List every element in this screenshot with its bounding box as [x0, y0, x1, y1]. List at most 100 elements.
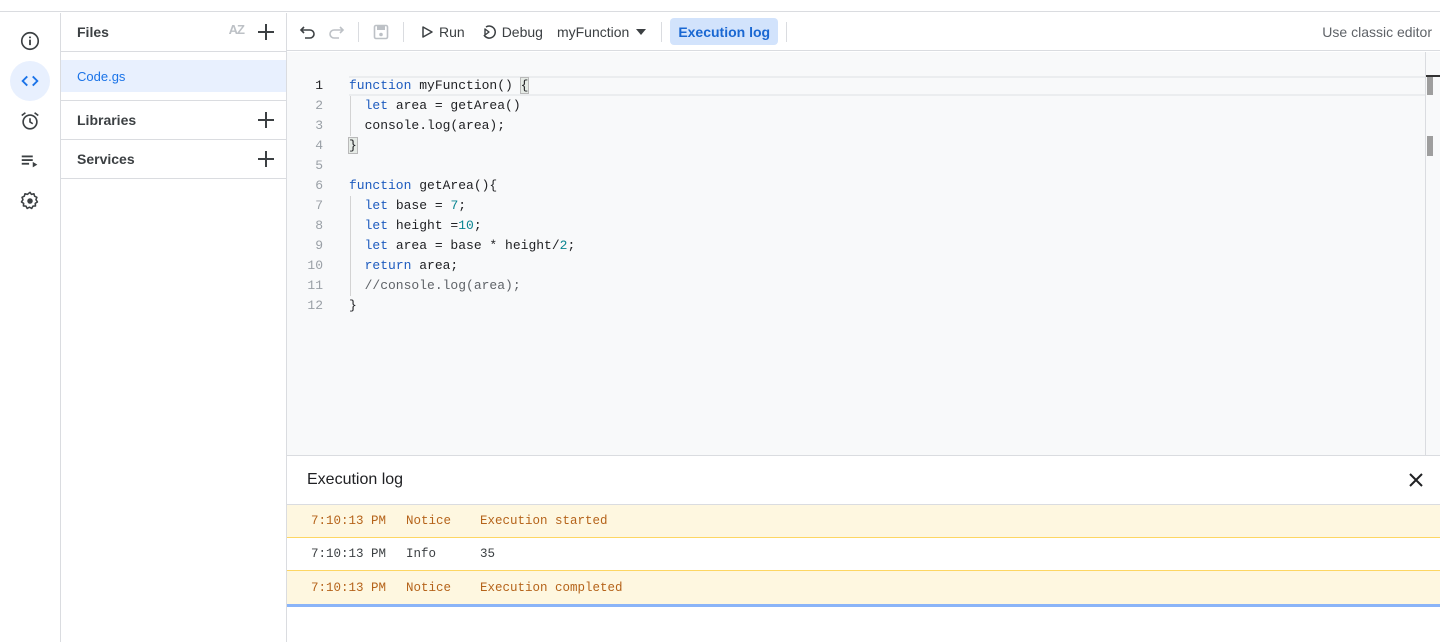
- rail-editor-button[interactable]: [10, 61, 50, 101]
- code-icon: [21, 75, 39, 87]
- code-line[interactable]: 4}: [287, 136, 1425, 156]
- line-number: 8: [315, 218, 323, 233]
- log-level: Info: [406, 547, 437, 561]
- cursor-marker: [1427, 77, 1433, 95]
- code-text: let area = base * height/2;: [364, 238, 576, 253]
- log-message: Execution completed: [480, 580, 623, 595]
- code-line[interactable]: 1 function myFunction() {: [287, 76, 1425, 96]
- log-time: 7:10:13 PM: [311, 580, 387, 595]
- code-line[interactable]: 8 let height =10;: [287, 216, 1425, 236]
- execution-log-panel: Execution log 7:10:13 PM Notice Executio…: [287, 455, 1440, 642]
- nav-rail: [0, 13, 61, 642]
- services-section-header: Services: [61, 140, 286, 178]
- log-time: 7:10:13 PM: [311, 547, 387, 561]
- alarm-icon: [21, 112, 39, 130]
- info-icon: [20, 31, 40, 51]
- executions-icon: [21, 155, 38, 168]
- debug-button[interactable]: Debug: [473, 18, 551, 46]
- files-heading: Files: [77, 24, 109, 40]
- code-line[interactable]: 7 let base = 7;: [287, 196, 1425, 216]
- rail-executions-button[interactable]: [10, 141, 50, 181]
- services-heading: Services: [77, 151, 135, 167]
- line-number: 11: [307, 278, 323, 293]
- save-button[interactable]: [367, 18, 395, 46]
- save-icon: [373, 24, 389, 39]
- rail-overview-button[interactable]: [10, 21, 50, 61]
- libraries-heading: Libraries: [77, 112, 137, 128]
- code-text: function myFunction() {: [349, 77, 530, 94]
- rail-settings-button[interactable]: [10, 181, 50, 221]
- code-text: return area;: [364, 258, 459, 273]
- debug-icon: [483, 24, 496, 39]
- log-level: Notice: [406, 514, 452, 528]
- add-file-icon[interactable]: [256, 22, 276, 42]
- log-message: Execution started: [480, 514, 608, 528]
- line-number: 1: [315, 78, 323, 93]
- code-text: function getArea(){: [349, 178, 498, 193]
- files-panel: Files AZ Code.gs Libraries Services: [61, 13, 287, 642]
- libraries-section-header: Libraries: [61, 101, 286, 139]
- log-level: Notice: [406, 580, 452, 595]
- rail-triggers-button[interactable]: [10, 101, 50, 141]
- file-item-code-gs[interactable]: Code.gs: [61, 60, 286, 92]
- divider: [403, 21, 404, 42]
- top-bar: [0, 0, 1440, 12]
- code-text: let height =10;: [364, 218, 482, 233]
- code-line[interactable]: 5: [287, 156, 1425, 176]
- code-line[interactable]: 11 //console.log(area);: [287, 276, 1425, 296]
- function-select-value: myFunction: [556, 23, 630, 40]
- scrollbar-thumb[interactable]: [1427, 136, 1433, 156]
- code-text: }: [349, 298, 357, 313]
- log-row: 7:10:13 PM Notice Execution started: [287, 505, 1440, 538]
- code-line[interactable]: 10 return area;: [287, 256, 1425, 276]
- divider: [61, 178, 286, 179]
- vertical-scrollbar[interactable]: [1425, 52, 1440, 455]
- code-text: let base = 7;: [364, 198, 467, 213]
- divider: [786, 21, 788, 42]
- code-text: console.log(area);: [349, 118, 506, 133]
- code-text: //console.log(area);: [349, 278, 521, 293]
- execution-log-title: Execution log: [307, 471, 404, 488]
- code-line[interactable]: 9 let area = base * height/2;: [287, 236, 1425, 256]
- divider: [358, 21, 359, 42]
- line-number: 2: [315, 98, 323, 113]
- run-label: Run: [439, 23, 465, 40]
- line-number: 9: [315, 238, 323, 253]
- code-text: let area = getArea(): [364, 98, 521, 113]
- code-text: }: [348, 137, 358, 154]
- use-classic-editor-link[interactable]: Use classic editor: [1322, 24, 1432, 40]
- function-select[interactable]: myFunction: [551, 24, 653, 40]
- divider: [61, 51, 286, 52]
- log-row: 7:10:13 PM Info 35: [287, 538, 1440, 571]
- dropdown-arrow-icon: [636, 28, 647, 35]
- execution-log-button[interactable]: Execution log: [670, 18, 779, 45]
- gear-icon: [20, 191, 39, 210]
- code-editor[interactable]: 1 function myFunction() { 2 let area = get…: [287, 52, 1440, 455]
- log-time: 7:10:13 PM: [311, 514, 387, 528]
- line-number: 7: [315, 198, 323, 213]
- sort-az-button[interactable]: AZ: [229, 22, 245, 37]
- close-icon[interactable]: [1406, 470, 1426, 490]
- log-row: 7:10:13 PM Notice Execution completed: [287, 571, 1440, 604]
- editor-toolbar: Run Debug myFunction Execution log Use c…: [287, 13, 1440, 51]
- add-service-icon[interactable]: [256, 149, 276, 169]
- code-line[interactable]: 2 let area = getArea(): [287, 96, 1425, 116]
- run-button[interactable]: Run: [412, 18, 473, 46]
- code-line[interactable]: 12}: [287, 296, 1425, 316]
- line-number: 3: [315, 118, 323, 133]
- divider: [661, 21, 663, 42]
- log-message: 35: [480, 547, 496, 561]
- redo-button[interactable]: [322, 18, 350, 46]
- undo-button[interactable]: [294, 18, 322, 46]
- line-number: 6: [315, 178, 323, 193]
- add-library-icon[interactable]: [256, 110, 276, 130]
- line-number: 4: [315, 138, 323, 153]
- undo-icon: [299, 25, 315, 39]
- line-number: 12: [307, 298, 323, 313]
- code-line[interactable]: 3 console.log(area);: [287, 116, 1425, 136]
- execution-log-header: Execution log: [287, 456, 1440, 505]
- log-progress-bar: [287, 604, 1440, 607]
- debug-label: Debug: [501, 23, 543, 40]
- code-line[interactable]: 6 function getArea(){: [287, 176, 1425, 196]
- line-number: 5: [315, 158, 323, 173]
